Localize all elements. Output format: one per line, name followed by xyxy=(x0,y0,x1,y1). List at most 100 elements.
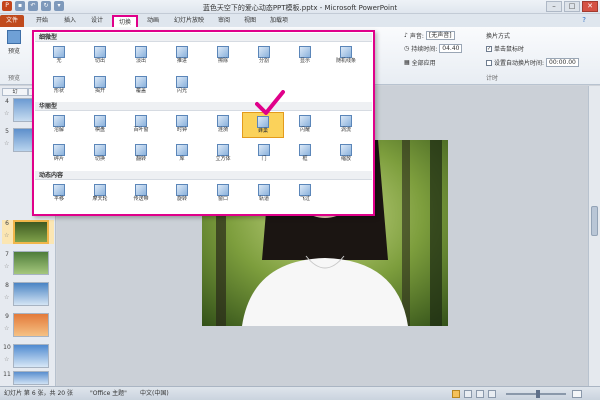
transition-label: 分割 xyxy=(258,58,269,64)
apply-all-icon: ▦ xyxy=(404,59,410,66)
fit-to-window-icon[interactable] xyxy=(572,390,582,398)
slide-thumbnail[interactable]: 10 ☆ xyxy=(2,344,54,368)
zoom-icon xyxy=(340,144,352,156)
slide-thumbnail[interactable]: 11 xyxy=(2,371,54,385)
transition-uncover[interactable]: 揭开 xyxy=(85,76,115,96)
transition-clock[interactable]: 时钟 xyxy=(167,115,197,135)
cut-icon xyxy=(94,46,106,58)
transition-push[interactable]: 推进 xyxy=(167,46,197,66)
transition-dissolve[interactable]: 溶解 xyxy=(44,115,74,135)
transition-shred[interactable]: 碎片 xyxy=(44,144,74,164)
transition-blinds[interactable]: 百叶窗 xyxy=(126,115,156,135)
slide-number: 4 xyxy=(5,98,9,105)
transition-doors[interactable]: 门 xyxy=(249,144,279,164)
normal-view-icon[interactable] xyxy=(452,390,460,398)
transition-none[interactable]: 无 xyxy=(44,46,74,66)
tab-design[interactable]: 设计 xyxy=(85,15,109,27)
scrollbar-thumb[interactable] xyxy=(591,206,598,236)
slideshow-view-icon[interactable] xyxy=(488,390,496,398)
tab-slides[interactable]: 幻 xyxy=(2,88,28,96)
auto-advance-field[interactable]: 00:00.00 xyxy=(546,58,579,67)
slide-number: 6 xyxy=(5,220,9,227)
transition-switch[interactable]: 切换 xyxy=(85,144,115,164)
transition-label: 切出 xyxy=(94,58,105,64)
transition-cut[interactable]: 切出 xyxy=(85,46,115,66)
transition-split[interactable]: 分割 xyxy=(249,46,279,66)
sound-label: 声音: xyxy=(409,33,424,40)
close-button[interactable]: ✕ xyxy=(582,1,598,12)
transition-gallery-effect[interactable]: 库 xyxy=(167,144,197,164)
flash-icon xyxy=(176,76,188,88)
transition-label: 库 xyxy=(179,156,185,162)
slide-thumbnail[interactable]: 6 ☆ xyxy=(2,220,54,244)
transition-label: 闪耀 xyxy=(299,127,310,133)
transition-pan[interactable]: 平移 xyxy=(44,184,74,204)
slide-count-status: 幻灯片 第 6 张，共 20 张 xyxy=(4,390,73,397)
uncover-icon xyxy=(94,76,106,88)
slide-thumbnail[interactable]: 9 ☆ xyxy=(2,313,54,337)
auto-advance-checkbox[interactable] xyxy=(486,59,492,66)
rotate-icon xyxy=(176,184,188,196)
shred-icon xyxy=(53,144,65,156)
apply-all-button[interactable]: ▦ 全部应用 xyxy=(404,58,436,67)
transition-orbit[interactable]: 轨道 xyxy=(249,184,279,204)
tab-animations[interactable]: 动画 xyxy=(141,15,165,27)
transition-box[interactable]: 框 xyxy=(290,144,320,164)
tab-home[interactable]: 开始 xyxy=(30,15,54,27)
transition-glitter[interactable]: 闪耀 xyxy=(290,115,320,135)
transition-fly-through[interactable]: 飞过 xyxy=(290,184,320,204)
cover-icon xyxy=(135,76,147,88)
transition-label: 涡流 xyxy=(340,127,351,133)
transition-window[interactable]: 窗口 xyxy=(208,184,238,204)
transition-label: 涟漪 xyxy=(217,127,228,133)
glitter-icon xyxy=(299,115,311,127)
tab-view[interactable]: 视图 xyxy=(238,15,262,27)
slide-number: 11 xyxy=(3,371,11,378)
shape-icon xyxy=(53,76,65,88)
vortex-icon xyxy=(340,115,352,127)
transition-label: 形状 xyxy=(53,88,64,94)
transition-flash[interactable]: 闪光 xyxy=(167,76,197,96)
sound-select[interactable]: [无声音] xyxy=(425,31,455,40)
transition-wipe[interactable]: 擦除 xyxy=(208,46,238,66)
slide-number: 8 xyxy=(5,282,9,289)
minimize-button[interactable]: – xyxy=(546,1,562,12)
transition-random-bars[interactable]: 随机线条 xyxy=(331,46,361,66)
tab-review[interactable]: 审阅 xyxy=(212,15,236,27)
slide-thumbnail[interactable]: 7 ☆ xyxy=(2,251,54,275)
transition-flip[interactable]: 翻转 xyxy=(126,144,156,164)
transition-fade[interactable]: 淡出 xyxy=(126,46,156,66)
duration-field[interactable]: 04.40 xyxy=(439,44,463,53)
tab-addins[interactable]: 加载项 xyxy=(264,15,294,27)
transition-rotate[interactable]: 旋转 xyxy=(167,184,197,204)
transition-shape[interactable]: 形状 xyxy=(44,76,74,96)
slide-number: 5 xyxy=(5,128,9,135)
push-icon xyxy=(176,46,188,58)
tab-insert[interactable]: 插入 xyxy=(58,15,82,27)
preview-button[interactable]: 预览 xyxy=(2,30,26,55)
transition-vortex[interactable]: 涡流 xyxy=(331,115,361,135)
transition-conveyor[interactable]: 传送带 xyxy=(126,184,156,204)
transition-cube[interactable]: 立方体 xyxy=(208,144,238,164)
transition-label: 飞过 xyxy=(299,196,310,202)
checkmark-annotation-icon xyxy=(255,90,285,115)
help-icon[interactable]: ? xyxy=(582,16,586,24)
zoom-slider-thumb[interactable] xyxy=(536,390,540,398)
none-icon xyxy=(53,46,65,58)
transition-label: 窗口 xyxy=(217,196,228,202)
transition-checkerboard[interactable]: 棋盘 xyxy=(85,115,115,135)
maximize-button[interactable]: □ xyxy=(564,1,580,12)
vertical-scrollbar[interactable] xyxy=(588,86,600,386)
transition-reveal[interactable]: 显示 xyxy=(290,46,320,66)
on-click-checkbox[interactable]: ✓ xyxy=(486,45,492,52)
transition-ferris-wheel[interactable]: 摩天轮 xyxy=(85,184,115,204)
transition-ripple[interactable]: 涟漪 xyxy=(208,115,238,135)
transition-label: 传送带 xyxy=(133,196,149,202)
tab-slideshow[interactable]: 幻灯片放映 xyxy=(167,15,211,27)
slide-thumbnail[interactable]: 8 ☆ xyxy=(2,282,54,306)
transition-cover[interactable]: 覆盖 xyxy=(126,76,156,96)
tab-file[interactable]: 文件 xyxy=(0,15,24,27)
sorter-view-icon[interactable] xyxy=(464,390,472,398)
reading-view-icon[interactable] xyxy=(476,390,484,398)
transition-zoom[interactable]: 缩放 xyxy=(331,144,361,164)
